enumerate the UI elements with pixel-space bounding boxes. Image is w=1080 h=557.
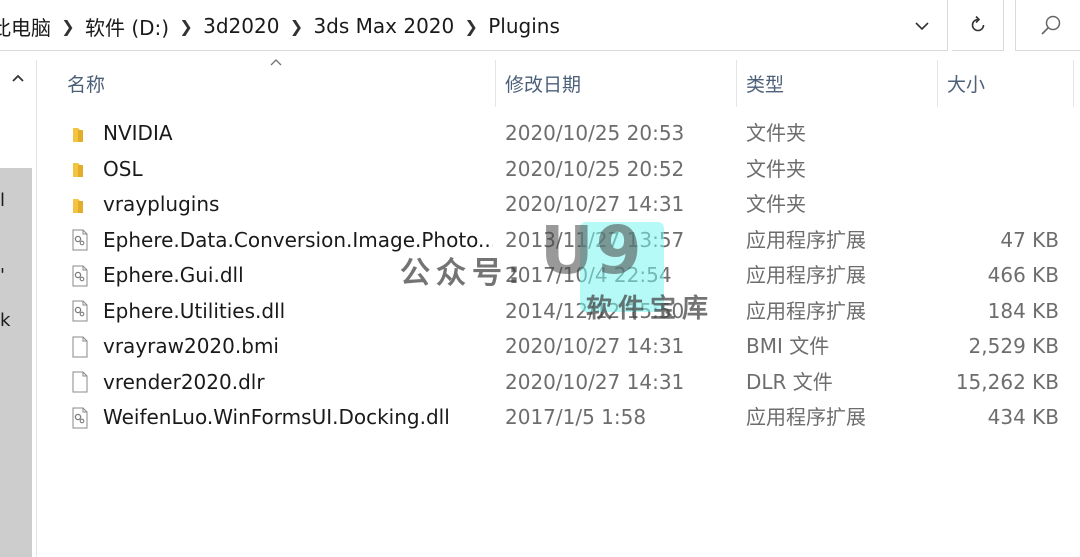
file-name: vrender2020.dlr [103, 369, 265, 394]
file-row[interactable]: OSL 2020/10/25 20:52 文件夹 [37, 152, 1080, 188]
file-icon [70, 365, 92, 401]
file-name: vrayraw2020.bmi [103, 334, 279, 358]
breadcrumb-item-3d2020[interactable]: 3d2020 [201, 14, 281, 38]
file-row[interactable]: vrayraw2020.bmi 2020/10/27 14:31 BMI 文件 2,5… [37, 329, 1080, 365]
chevron-down-icon [915, 22, 929, 31]
column-divider[interactable] [736, 60, 737, 107]
nav-item-fragment[interactable]: l [0, 190, 5, 211]
file-size: 466 KB [987, 263, 1059, 287]
address-box[interactable]: 此电脑 ❯ 软件 (D:) ❯ 3d2020 ❯ 3ds Max 2020 ❯ … [0, 0, 948, 51]
file-date-modified: 2013/11/27 13:57 [505, 227, 685, 252]
nav-item-fragment[interactable]: k [0, 310, 10, 331]
column-headers: 名称 修改日期 类型 大小 [37, 59, 1080, 107]
breadcrumb: 此电脑 ❯ 软件 (D:) ❯ 3d2020 ❯ 3ds Max 2020 ❯ … [0, 9, 562, 43]
column-header-date[interactable]: 修改日期 [505, 60, 736, 107]
file-size: 2,529 KB [968, 334, 1059, 358]
column-header-size[interactable]: 大小 [947, 60, 1073, 107]
column-header-size-label: 大小 [947, 74, 986, 96]
file-row[interactable]: NVIDIA 2020/10/25 20:53 文件夹 [37, 116, 1080, 152]
file-name: WeifenLuo.WinFormsUI.Docking.dll [103, 405, 450, 429]
file-date-modified: 2014/12/12 15:50 [505, 298, 685, 323]
file-row[interactable]: Ephere.Utilities.dll 2014/12/12 15:50 应用程序… [37, 294, 1080, 330]
column-header-name-label: 名称 [67, 74, 106, 96]
column-header-type[interactable]: 类型 [746, 60, 937, 107]
file-icon [70, 329, 92, 365]
file-name: Ephere.Gui.dll [103, 263, 244, 287]
chevron-right-icon[interactable]: ❯ [281, 17, 311, 36]
file-type: 应用程序扩展 [746, 405, 866, 429]
file-list: NVIDIA 2020/10/25 20:53 文件夹 OSL 2020/10/25 2… [37, 116, 1080, 436]
column-divider[interactable] [1073, 60, 1074, 107]
navigation-pane[interactable]: l ' k [0, 60, 37, 557]
folder-icon [70, 187, 92, 223]
file-explorer-window: 此电脑 ❯ 软件 (D:) ❯ 3d2020 ❯ 3ds Max 2020 ❯ … [0, 0, 1080, 557]
scroll-up-button[interactable] [6, 66, 30, 90]
breadcrumb-item-3ds-max-2020[interactable]: 3ds Max 2020 [311, 14, 456, 38]
file-type: 应用程序扩展 [746, 298, 866, 323]
file-row[interactable]: WeifenLuo.WinFormsUI.Docking.dll 2017/1/5… [37, 400, 1080, 436]
file-size: 184 KB [987, 298, 1059, 323]
column-divider[interactable] [937, 60, 938, 107]
file-date-modified: 2020/10/25 20:53 [505, 121, 685, 145]
file-row[interactable]: vrayplugins 2020/10/27 14:31 文件夹 [37, 187, 1080, 223]
file-date-modified: 2017/1/5 1:58 [505, 405, 647, 429]
file-type: 应用程序扩展 [746, 227, 866, 252]
column-header-name[interactable]: 名称 [67, 60, 495, 107]
folder-icon [70, 116, 92, 152]
file-size [937, 187, 1059, 223]
address-history-dropdown[interactable] [907, 13, 937, 39]
file-size: 434 KB [987, 405, 1059, 429]
file-row[interactable]: vrender2020.dlr 2020/10/27 14:31 DLR 文件 15,… [37, 365, 1080, 401]
file-name: Ephere.Utilities.dll [103, 298, 286, 323]
file-type: 应用程序扩展 [746, 263, 866, 287]
address-bar: 此电脑 ❯ 软件 (D:) ❯ 3d2020 ❯ 3ds Max 2020 ❯ … [0, 0, 1080, 55]
file-type: BMI 文件 [746, 334, 830, 358]
breadcrumb-item-plugins[interactable]: Plugins [486, 14, 562, 38]
file-date-modified: 2020/10/25 20:52 [505, 156, 685, 181]
file-row[interactable]: Ephere.Gui.dll 2017/10/4 22:54 应用程序扩展 466 K… [37, 258, 1080, 294]
file-type: DLR 文件 [746, 369, 833, 394]
dll-file-icon [70, 400, 92, 436]
chevron-up-icon [12, 74, 24, 82]
refresh-button[interactable] [952, 0, 1004, 51]
file-date-modified: 2020/10/27 14:31 [505, 192, 685, 216]
file-type: 文件夹 [746, 121, 806, 145]
file-type: 文件夹 [746, 192, 806, 216]
chevron-right-icon[interactable]: ❯ [53, 17, 83, 36]
file-size [937, 152, 1059, 188]
folder-icon [70, 152, 92, 188]
file-size [937, 116, 1059, 152]
nav-item-fragment[interactable]: ' [0, 265, 5, 286]
column-header-date-label: 修改日期 [505, 74, 582, 96]
search-icon [1040, 15, 1060, 35]
dll-file-icon [70, 294, 92, 330]
file-date-modified: 2020/10/27 14:31 [505, 369, 685, 394]
dll-file-icon [70, 258, 92, 294]
file-name: Ephere.Data.Conversion.Image.Photo... [103, 227, 493, 252]
file-date-modified: 2020/10/27 14:31 [505, 334, 685, 358]
refresh-icon [971, 15, 984, 32]
file-row[interactable]: Ephere.Data.Conversion.Image.Photo... 201… [37, 223, 1080, 259]
navigation-scrollbar[interactable] [0, 168, 32, 557]
breadcrumb-item-this-pc[interactable]: 此电脑 [0, 12, 53, 41]
chevron-right-icon[interactable]: ❯ [456, 17, 486, 36]
chevron-right-icon[interactable]: ❯ [171, 17, 201, 36]
dll-file-icon [70, 223, 92, 259]
file-size: 15,262 KB [955, 369, 1059, 394]
file-size: 47 KB [1000, 227, 1059, 252]
breadcrumb-item-drive-d[interactable]: 软件 (D:) [83, 12, 171, 41]
file-date-modified: 2017/10/4 22:54 [505, 263, 672, 287]
column-header-type-label: 类型 [746, 74, 785, 96]
search-box[interactable] [1015, 0, 1080, 51]
file-name: vrayplugins [103, 192, 220, 216]
file-name: OSL [103, 156, 143, 181]
file-type: 文件夹 [746, 156, 806, 181]
column-divider[interactable] [495, 60, 496, 107]
file-name: NVIDIA [103, 121, 173, 145]
